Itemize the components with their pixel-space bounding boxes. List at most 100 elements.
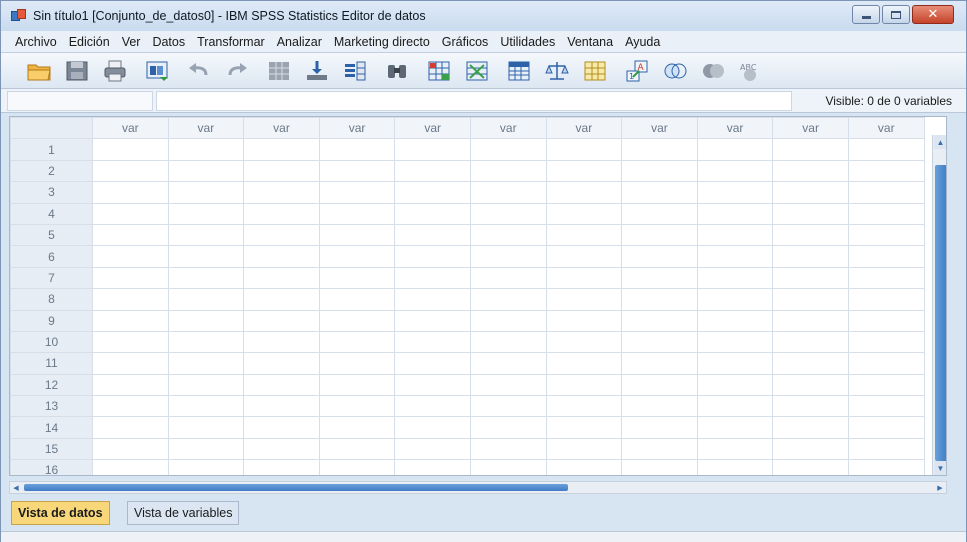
data-cell[interactable]	[318, 330, 396, 354]
tab-variable-view[interactable]: Vista de variables	[127, 501, 240, 525]
row-header[interactable]: 16	[10, 459, 93, 475]
column-header-var[interactable]: var	[167, 117, 245, 140]
data-cell[interactable]	[772, 288, 849, 311]
column-header-var[interactable]: var	[92, 117, 169, 140]
data-cell[interactable]	[243, 352, 320, 375]
data-cell[interactable]	[469, 245, 547, 268]
row-header[interactable]: 14	[10, 416, 93, 439]
data-cell[interactable]	[167, 223, 245, 247]
data-cell[interactable]	[847, 266, 925, 290]
grid-corner[interactable]	[10, 117, 93, 140]
menu-edicion[interactable]: Edición	[63, 35, 116, 49]
data-cell[interactable]	[318, 266, 396, 290]
data-cell[interactable]	[621, 459, 698, 475]
data-cell[interactable]	[92, 437, 169, 461]
close-button[interactable]: ✕	[912, 5, 954, 24]
menu-datos[interactable]: Datos	[146, 35, 191, 49]
use-sets-button[interactable]	[659, 57, 691, 85]
row-header[interactable]: 6	[10, 245, 93, 268]
data-cell[interactable]	[545, 288, 623, 311]
row-header[interactable]: 12	[10, 373, 93, 397]
data-cell[interactable]	[545, 138, 623, 161]
data-cell[interactable]	[621, 245, 698, 268]
data-cell[interactable]	[545, 245, 623, 268]
data-cell[interactable]	[621, 437, 698, 461]
data-cell[interactable]	[318, 416, 396, 439]
data-cell[interactable]	[772, 416, 849, 439]
menu-transformar[interactable]: Transformar	[191, 35, 271, 49]
data-cell[interactable]	[243, 459, 320, 475]
data-cell[interactable]	[167, 416, 245, 439]
data-cell[interactable]	[621, 223, 698, 247]
column-header-var[interactable]: var	[545, 117, 623, 140]
data-cell[interactable]	[92, 245, 169, 268]
data-cell[interactable]	[318, 352, 396, 375]
data-cell[interactable]	[167, 330, 245, 354]
data-cell[interactable]	[545, 330, 623, 354]
data-cell[interactable]	[394, 416, 471, 439]
minimize-button[interactable]	[852, 5, 880, 24]
menu-utilidades[interactable]: Utilidades	[494, 35, 561, 49]
data-cell[interactable]	[92, 309, 169, 332]
row-header[interactable]: 4	[10, 202, 93, 225]
data-cell[interactable]	[167, 159, 245, 183]
data-cell[interactable]	[772, 395, 849, 418]
data-cell[interactable]	[243, 138, 320, 161]
scroll-down-icon[interactable]: ▼	[934, 461, 946, 475]
select-cases-button[interactable]	[579, 57, 611, 85]
data-cell[interactable]	[394, 309, 471, 332]
data-cell[interactable]	[772, 223, 849, 247]
data-cell[interactable]	[469, 223, 547, 247]
data-cell[interactable]	[394, 352, 471, 375]
data-cell[interactable]	[469, 202, 547, 225]
tab-data-view[interactable]: Vista de datos	[11, 501, 110, 525]
data-cell[interactable]	[621, 266, 698, 290]
data-cell[interactable]	[469, 138, 547, 161]
data-cell[interactable]	[469, 437, 547, 461]
menu-marketing-directo[interactable]: Marketing directo	[328, 35, 436, 49]
data-cell[interactable]	[469, 159, 547, 183]
data-cell[interactable]	[318, 181, 396, 204]
data-cell[interactable]	[318, 309, 396, 332]
data-cell[interactable]	[469, 352, 547, 375]
data-cell[interactable]	[243, 223, 320, 247]
data-cell[interactable]	[696, 309, 774, 332]
data-cell[interactable]	[847, 223, 925, 247]
data-cell[interactable]	[621, 416, 698, 439]
data-cell[interactable]	[621, 138, 698, 161]
data-cell[interactable]	[469, 459, 547, 475]
data-cell[interactable]	[167, 181, 245, 204]
data-cell[interactable]	[469, 395, 547, 418]
data-cell[interactable]	[243, 395, 320, 418]
data-cell[interactable]	[394, 138, 471, 161]
data-cell[interactable]	[394, 373, 471, 397]
menu-analizar[interactable]: Analizar	[271, 35, 328, 49]
row-header[interactable]: 9	[10, 309, 93, 332]
cell-value-input[interactable]	[156, 91, 792, 111]
data-cell[interactable]	[847, 245, 925, 268]
data-cell[interactable]	[243, 245, 320, 268]
data-cell[interactable]	[696, 245, 774, 268]
column-header-var[interactable]: var	[621, 117, 698, 140]
data-cell[interactable]	[92, 330, 169, 354]
dialog-recall-button[interactable]	[141, 57, 173, 85]
data-cell[interactable]	[243, 309, 320, 332]
data-cell[interactable]	[167, 437, 245, 461]
data-cell[interactable]	[696, 459, 774, 475]
scroll-up-icon[interactable]: ▲	[934, 135, 946, 149]
data-cell[interactable]	[621, 288, 698, 311]
data-cell[interactable]	[243, 266, 320, 290]
data-cell[interactable]	[772, 202, 849, 225]
vertical-scroll-thumb[interactable]	[935, 165, 946, 461]
column-header-var[interactable]: var	[847, 117, 925, 140]
scroll-left-icon[interactable]: ◀	[10, 482, 22, 493]
data-cell[interactable]	[167, 352, 245, 375]
cell-reference-box[interactable]	[7, 91, 153, 111]
data-cell[interactable]	[243, 202, 320, 225]
data-cell[interactable]	[696, 266, 774, 290]
data-cell[interactable]	[621, 202, 698, 225]
data-cell[interactable]	[696, 223, 774, 247]
data-cell[interactable]	[92, 288, 169, 311]
goto-variable-button[interactable]	[301, 57, 333, 85]
column-header-var[interactable]: var	[469, 117, 547, 140]
